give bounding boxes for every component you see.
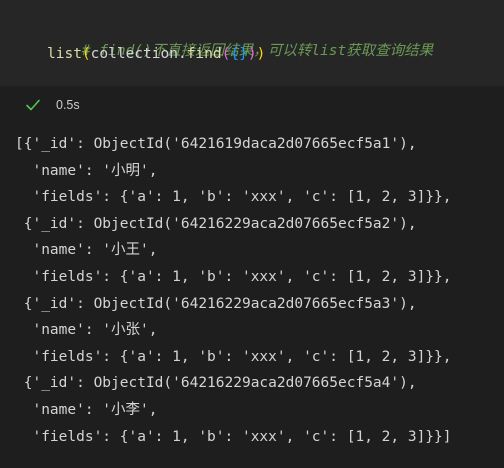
output-line: 'fields': {'a': 1, 'b': 'xxx', 'c': [1, … — [15, 348, 452, 365]
output-line: 'name': '小明', — [15, 162, 158, 179]
output-line: 'name': '小李', — [15, 401, 158, 418]
token-find-method: find — [186, 46, 222, 62]
cell-execution-status: 0.5s — [0, 86, 504, 126]
code-cell-input[interactable]: # find()不直接返回结果，可以转list获取查询结果 list(colle… — [0, 0, 504, 86]
execution-time: 0.5s — [56, 98, 80, 112]
token-close-paren: ) — [256, 46, 266, 62]
token-close-paren-inner: ) — [247, 46, 257, 62]
output-line: 'fields': {'a': 1, 'b': 'xxx', 'c': [1, … — [15, 189, 452, 206]
output-line: 'name': '小王', — [15, 242, 158, 259]
token-list-function: list — [47, 46, 82, 62]
code-line-statement: list(collection.find({})) — [47, 44, 265, 64]
token-dot: . — [177, 46, 187, 62]
token-open-paren: ( — [81, 46, 91, 62]
output-line: 'fields': {'a': 1, 'b': 'xxx', 'c': [1, … — [15, 268, 452, 285]
output-line: {'_id': ObjectId('64216229aca2d07665ecf5… — [15, 215, 417, 232]
cell-output: [{'_id': ObjectId('6421619daca2d07665ecf… — [15, 131, 452, 450]
check-icon — [26, 99, 40, 111]
token-empty-dict: {} — [230, 46, 248, 62]
output-line: 'fields': {'a': 1, 'b': 'xxx', 'c': [1, … — [15, 428, 452, 445]
output-line: 'name': '小张', — [15, 322, 158, 339]
output-line: {'_id': ObjectId('64216229aca2d07665ecf5… — [15, 375, 417, 392]
token-collection-variable: collection — [90, 46, 178, 62]
output-line: [{'_id': ObjectId('6421619daca2d07665ecf… — [15, 136, 417, 152]
output-line: {'_id': ObjectId('64216229aca2d07665ecf5… — [15, 295, 417, 312]
